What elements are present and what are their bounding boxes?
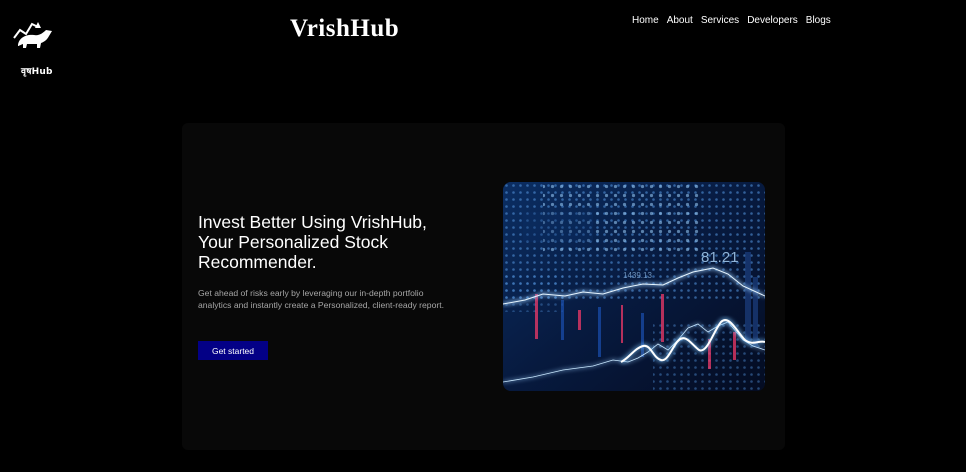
main-nav: Home About Services Developers Blogs xyxy=(632,15,831,26)
chart-value-main: 81.21 xyxy=(701,249,739,266)
hero-card: Invest Better Using VrishHub, Your Perso… xyxy=(182,123,785,450)
stock-chart-image: 81.21 1439.13 xyxy=(503,182,765,391)
bull-logo-icon xyxy=(13,22,52,48)
logo-text: वृषHub xyxy=(21,67,53,77)
hero-description: Get ahead of risks early by leveraging o… xyxy=(198,288,445,310)
chart-value-small: 1439.13 xyxy=(623,271,652,280)
logo[interactable]: वृषHub xyxy=(8,16,56,77)
nav-blogs[interactable]: Blogs xyxy=(806,15,831,26)
hero-stock-image: 81.21 1439.13 xyxy=(503,182,765,391)
nav-services[interactable]: Services xyxy=(701,15,739,26)
hero-headline: Invest Better Using VrishHub, Your Perso… xyxy=(198,212,427,272)
get-started-button[interactable]: Get started xyxy=(198,341,268,360)
nav-home[interactable]: Home xyxy=(632,15,659,26)
nav-developers[interactable]: Developers xyxy=(747,15,798,26)
brand-title: VrishHub xyxy=(290,15,400,42)
nav-about[interactable]: About xyxy=(667,15,693,26)
